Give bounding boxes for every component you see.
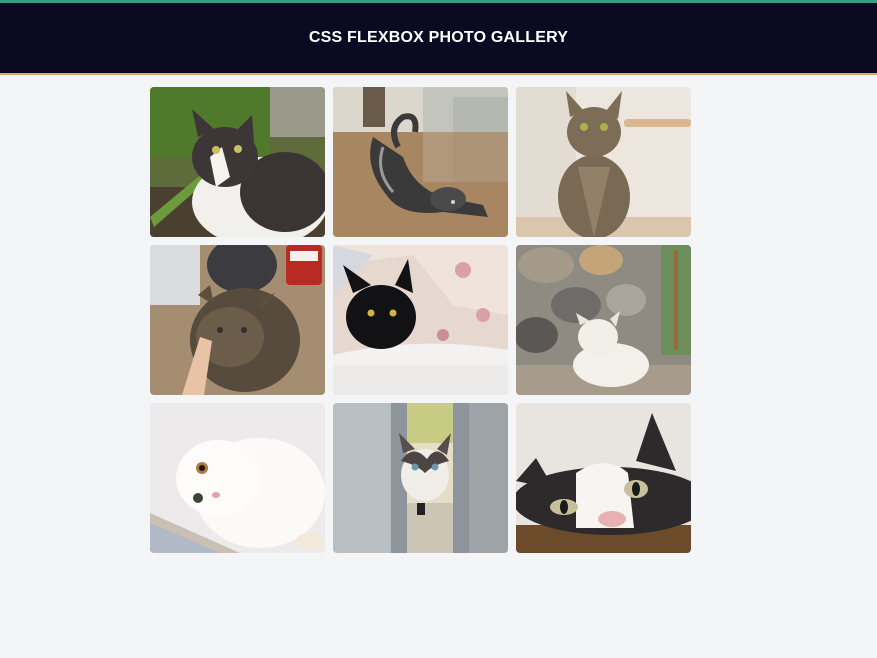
fluffy-white-kitten-photo-icon xyxy=(150,403,325,553)
gallery-photo-3[interactable] xyxy=(516,87,691,237)
gallery-photo-5[interactable] xyxy=(333,245,508,395)
cat-stretching-photo-icon xyxy=(333,87,508,237)
gallery-photo-2[interactable] xyxy=(333,87,508,237)
black-cat-basket-photo-icon xyxy=(333,245,508,395)
cat-sniffing-finger-photo-icon xyxy=(150,245,325,395)
page-header: CSS FLEXBOX PHOTO GALLERY xyxy=(0,3,877,75)
cat-in-garden-photo-icon xyxy=(150,87,325,237)
gallery-photo-9[interactable] xyxy=(516,403,691,553)
page-title: CSS FLEXBOX PHOTO GALLERY xyxy=(308,29,569,46)
gallery-photo-6[interactable] xyxy=(516,245,691,395)
cat-face-closeup-photo-icon xyxy=(516,403,691,553)
white-cat-rocks-photo-icon xyxy=(516,245,691,395)
gallery-photo-4[interactable] xyxy=(150,245,325,395)
photo-gallery xyxy=(150,87,691,553)
gallery-photo-7[interactable] xyxy=(150,403,325,553)
cat-in-window-photo-icon xyxy=(333,403,508,553)
gallery-photo-8[interactable] xyxy=(333,403,508,553)
gallery-photo-1[interactable] xyxy=(150,87,325,237)
cat-sitting-photo-icon xyxy=(516,87,691,237)
